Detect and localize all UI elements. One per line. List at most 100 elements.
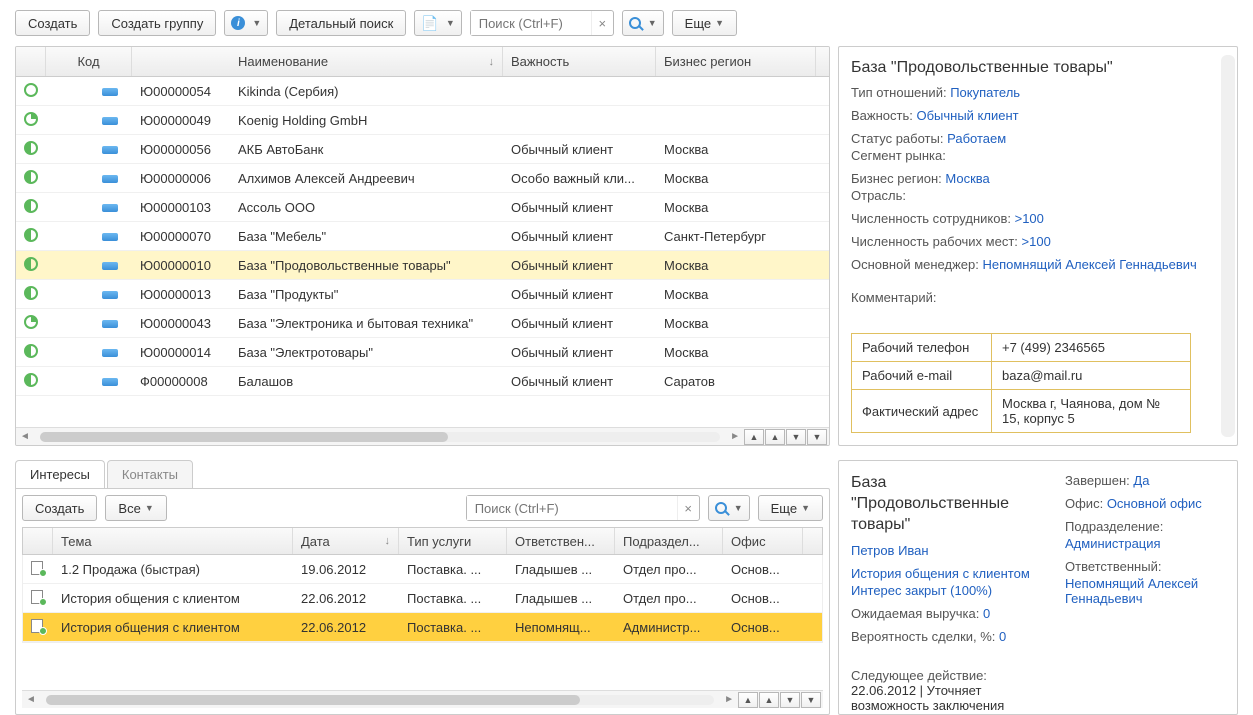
interests-more-button[interactable]: Еще▼ [758,495,823,521]
cell-responsible: Гладышев ... [507,591,615,606]
cell-name: База "Мебель" [230,229,503,244]
detail-title: База "Продовольственные товары" [851,59,1225,77]
table-row[interactable]: История общения с клиентом22.06.2012Пост… [23,584,822,613]
search-box: × [470,10,614,36]
office-value[interactable]: Основной офис [1107,496,1202,511]
column-code[interactable]: Код [46,47,132,76]
work-status-value[interactable]: Работаем [947,131,1006,146]
table-row[interactable]: Ю00000013База "Продукты"Обычный клиентМо… [16,280,829,309]
main-toolbar: Создать Создать группу i▼ Детальный поис… [15,10,1238,36]
interests-column-department[interactable]: Подраздел... [615,528,723,554]
table-row[interactable]: Ю00000010База "Продовольственные товары"… [16,251,829,280]
table-row[interactable]: Ю00000043База "Электроника и бытовая тех… [16,309,829,338]
probability-value[interactable]: 0 [999,629,1006,644]
interests-clear-search-button[interactable]: × [677,496,699,520]
interests-column-service[interactable]: Тип услуги [399,528,507,554]
interests-column-office[interactable]: Офис [723,528,803,554]
employees-value[interactable]: >100 [1015,211,1044,226]
table-row[interactable]: История общения с клиентом22.06.2012Пост… [23,613,822,642]
rel-type-value[interactable]: Покупатель [950,85,1020,100]
department-label: Подразделение: [1065,519,1163,534]
interests-column-responsible[interactable]: Ответствен... [507,528,615,554]
table-row[interactable]: Ю00000014База "Электротовары"Обычный кли… [16,338,829,367]
nav-down-button[interactable]: ▼ [786,429,806,445]
importance-value[interactable]: Обычный клиент [916,108,1018,123]
scrollbar-thumb[interactable] [40,432,448,442]
completed-value[interactable]: Да [1133,473,1149,488]
tab-interests[interactable]: Интересы [15,460,105,489]
add-dropdown-button[interactable]: 📄▼ [414,10,461,36]
table-row[interactable]: Ф00000008БалашовОбычный клиентСаратов [16,367,829,396]
cell-region: Москва [656,200,816,215]
search-input[interactable] [471,11,591,35]
scroll-left-button[interactable]: ◄ [22,694,40,705]
nav-up-button[interactable]: ▲ [759,692,779,708]
interest-history[interactable]: История общения с клиентом [851,566,1030,581]
interest-person[interactable]: Петров Иван [851,543,929,558]
interests-search-dropdown-button[interactable]: ▼ [708,495,750,521]
table-row[interactable]: Ю00000070База "Мебель"Обычный клиентСанк… [16,222,829,251]
interests-table-header: Тема Дата↓ Тип услуги Ответствен... Подр… [22,527,823,555]
interests-search-input[interactable] [467,496,677,520]
office-label: Офис: [1065,496,1103,511]
interests-toolbar: Создать Все▼ × ▼ Еще▼ [22,495,823,521]
responsible-value[interactable]: Непомнящий Алексей Геннадьевич [1065,576,1198,606]
tab-bar: Интересы Контакты [15,460,830,489]
cell-importance: Обычный клиент [503,374,656,389]
info-dropdown-button[interactable]: i▼ [224,10,268,36]
column-importance[interactable]: Важность [503,47,656,76]
table-row[interactable]: 1.2 Продажа (быстрая)19.06.2012Поставка.… [23,555,822,584]
interests-create-button[interactable]: Создать [22,495,97,521]
sort-asc-icon: ↓ [385,535,391,547]
nav-first-button[interactable]: ▲ [738,692,758,708]
scroll-left-button[interactable]: ◄ [16,431,34,442]
table-row[interactable]: Ю00000049Koenig Holding GmbH [16,106,829,135]
interest-closed[interactable]: Интерес закрыт (100%) [851,583,992,598]
table-row[interactable]: Ю00000103Ассоль ООООбычный клиентМосква [16,193,829,222]
cell-responsible: Непомнящ... [507,620,615,635]
status-icon [24,257,38,271]
vertical-scrollbar[interactable] [1221,55,1235,437]
scroll-right-button[interactable]: ► [720,694,738,705]
status-icon [24,112,38,126]
chevron-down-icon: ▼ [446,18,455,28]
scrollbar-track[interactable] [40,432,720,442]
filter-all-button[interactable]: Все▼ [105,495,166,521]
table-row[interactable]: Ю00000006Алхимов Алексей АндреевичОсобо … [16,164,829,193]
document-icon [31,561,45,575]
create-group-button[interactable]: Создать группу [98,10,216,36]
nav-last-button[interactable]: ▼ [801,692,821,708]
scrollbar-track[interactable] [46,695,714,705]
nav-first-button[interactable]: ▲ [744,429,764,445]
horizontal-splitter[interactable] [15,450,1238,456]
column-region[interactable]: Бизнес регион [656,47,816,76]
scroll-right-button[interactable]: ► [726,431,744,442]
table-row[interactable]: Ю00000056АКБ АвтоБанкОбычный клиентМоскв… [16,135,829,164]
search-dropdown-button[interactable]: ▼ [622,10,664,36]
tab-contacts[interactable]: Контакты [107,460,193,489]
create-button[interactable]: Создать [15,10,90,36]
clear-search-button[interactable]: × [591,11,613,35]
interests-column-topic[interactable]: Тема [53,528,293,554]
cell-name: База "Продукты" [230,287,503,302]
column-name[interactable]: Наименование↓ [230,47,503,76]
cell-service: Поставка. ... [399,591,507,606]
nav-up-button[interactable]: ▲ [765,429,785,445]
interests-column-date[interactable]: Дата↓ [293,528,399,554]
column-status[interactable] [16,47,46,76]
cell-code: Ф00000008 [132,374,230,389]
manager-value[interactable]: Непомнящий Алексей Геннадьевич [982,257,1196,272]
more-button[interactable]: Еще▼ [672,10,737,36]
interests-column-icon[interactable] [23,528,53,554]
workplaces-value[interactable]: >100 [1022,234,1051,249]
department-value[interactable]: Администрация [1065,536,1161,551]
scrollbar-thumb[interactable] [46,695,581,705]
nav-down-button[interactable]: ▼ [780,692,800,708]
region-value[interactable]: Москва [945,171,989,186]
phone-label: Рабочий телефон [852,334,992,362]
nav-last-button[interactable]: ▼ [807,429,827,445]
revenue-value[interactable]: 0 [983,606,990,621]
group-icon [102,262,118,270]
detailed-search-button[interactable]: Детальный поиск [276,10,406,36]
table-row[interactable]: Ю00000054Kikinda (Сербия) [16,77,829,106]
